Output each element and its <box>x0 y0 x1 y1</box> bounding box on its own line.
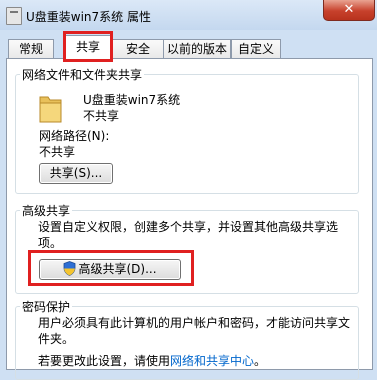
network-path-value: 不共享 <box>39 145 76 159</box>
tab-customize[interactable]: 自定义 <box>231 39 281 59</box>
folder-name: U盘重装win7系统 <box>83 93 181 107</box>
share-button[interactable]: 共享(S)... <box>39 163 113 184</box>
highlight-sharing-tab <box>63 31 113 62</box>
highlight-advanced-sharing <box>28 250 194 286</box>
network-sharing-center-link[interactable]: 网络和共享中心 <box>170 354 254 368</box>
window-title: U盘重装win7系统 属性 <box>26 10 151 24</box>
password-protection-heading: 密码保护 <box>22 300 71 314</box>
title-bar: U盘重装win7系统 属性 ✕ <box>0 0 377 30</box>
advanced-sharing-description: 设置自定义权限，创建多个共享，并设置其他高级共享选项。 <box>38 220 339 250</box>
tab-previous-versions[interactable]: 以前的版本 <box>163 39 231 59</box>
password-change-prefix: 若要更改此设置，请使用 <box>38 354 171 368</box>
password-protection-description: 用户必须具有此计算机的用户帐户和密码，才能访问共享文件夹。 <box>38 316 351 346</box>
network-sharing-heading: 网络文件和文件夹共享 <box>22 68 143 82</box>
folder-icon <box>39 96 62 123</box>
sharing-panel: 网络文件和文件夹共享 U盘重装win7系统 不共享 网络路径(N): 不共享 共… <box>6 58 373 380</box>
close-button[interactable]: ✕ <box>323 0 375 21</box>
password-change-suffix: 。 <box>254 354 267 368</box>
share-status: 不共享 <box>83 109 120 123</box>
tab-security[interactable]: 安全 <box>112 39 164 59</box>
drive-icon <box>6 7 22 25</box>
tab-general[interactable]: 常规 <box>8 39 54 59</box>
password-change-hint: 若要更改此设置，请使用网络和共享中心。 <box>38 352 266 369</box>
network-path-label: 网络路径(N): <box>39 129 110 143</box>
advanced-sharing-heading: 高级共享 <box>22 204 71 218</box>
